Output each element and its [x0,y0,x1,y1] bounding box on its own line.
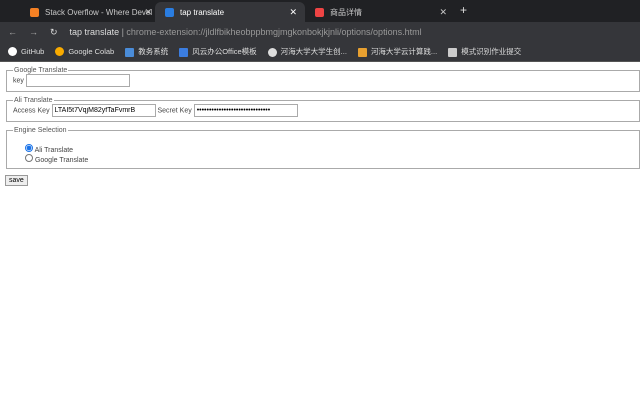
close-icon[interactable]: ✕ [144,7,152,18]
address-bar: ← → ↻ tap translate | chrome-extension://j… [0,22,640,42]
url-text: chrome-extension://jldlfbikheobppbmgjmgk… [126,27,422,37]
access-key-input[interactable] [51,104,156,117]
key-label: key [13,77,24,85]
bookmark[interactable]: 教务系统 [125,46,168,57]
section-legend: Ali Translate [14,97,53,104]
tab-title: 商品详情 [330,7,362,17]
ali-translate-section: Ali Translate Access Key Secret Key [6,97,640,122]
radio-label: Google Translate [34,157,89,164]
site-name: tap translate [69,27,120,37]
engine-selection-section: Engine Selection Ali Translate Google Tr… [6,127,640,169]
extension-icon [165,7,174,17]
google-radio[interactable] [25,154,33,162]
secret-key-label: Secret Key [157,107,192,115]
google-translate-section: Google Translate key [6,67,640,92]
tab-title: Stack Overflow - Where Devel [45,7,153,17]
forward-icon[interactable]: → [29,27,38,37]
section-legend: Google Translate [14,67,68,74]
tab-title: tap translate [180,7,225,17]
bookmark[interactable]: 河海大学云计算践... [357,46,437,57]
url-field[interactable]: tap translate | chrome-extension://jldlf… [70,27,422,37]
back-icon[interactable]: ← [8,27,17,37]
tab-strip: Stack Overflow - Where Devel ✕ tap transl… [0,0,640,22]
stackoverflow-icon [30,7,39,17]
new-tab-button[interactable]: + [460,3,467,17]
reload-icon[interactable]: ↻ [50,27,58,38]
google-key-input[interactable] [25,74,130,87]
tab-tap-translate[interactable]: tap translate ✕ [155,2,305,22]
access-key-label: Access Key [13,107,50,115]
bookmark[interactable]: Google Colab [55,47,114,57]
bookmark[interactable]: 河海大学大学生创... [267,46,347,57]
bookmark[interactable]: 风云办公Office模板 [179,46,257,57]
tab-stackoverflow[interactable]: Stack Overflow - Where Devel ✕ [20,2,160,22]
tab-product[interactable]: 商品详情 ✕ [305,2,455,22]
bookmark[interactable]: GitHub [8,47,44,57]
save-button[interactable]: save [5,175,28,186]
close-icon[interactable]: ✕ [439,7,447,18]
secret-key-input[interactable] [193,104,298,117]
bookmarks-bar: GitHub Google Colab 教务系统 风云办公Office模板 河海… [0,42,640,62]
section-legend: Engine Selection [14,127,67,134]
bookmark[interactable]: 模式识别作业提交 [448,46,521,57]
close-icon[interactable]: ✕ [289,7,297,18]
ali-radio[interactable] [25,144,33,152]
page-icon [315,7,324,17]
radio-label: Ali Translate [34,147,74,154]
